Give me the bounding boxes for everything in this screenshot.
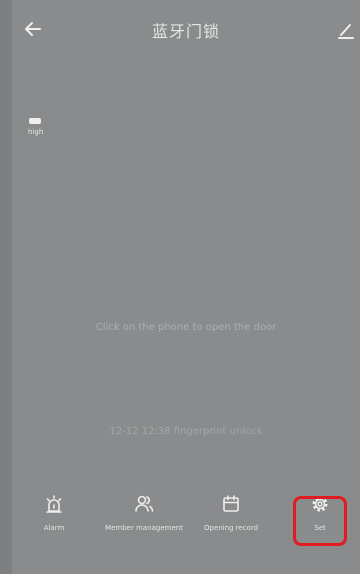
last-unlock-record: 12-12 12:38 fingerprint unlock: [109, 426, 263, 437]
edit-icon: [338, 24, 354, 39]
battery-status: high: [28, 118, 58, 136]
edit-button[interactable]: [336, 20, 356, 40]
calendar-icon: [223, 495, 239, 512]
top-bar: 蓝牙门锁: [12, 0, 360, 58]
set-highlight-outline: [293, 496, 347, 546]
battery-label: high: [28, 128, 44, 136]
nav-alarm[interactable]: Alarm: [34, 494, 74, 532]
nav-member-management[interactable]: Member management: [96, 494, 192, 532]
nav-opening-record[interactable]: Opening record: [196, 494, 266, 532]
battery-icon: [29, 118, 41, 124]
nav-alarm-label: Alarm: [43, 524, 65, 532]
app-screen: 蓝牙门锁 high Click on the phone to open the…: [12, 0, 360, 574]
open-door-hint[interactable]: Click on the phone to open the door: [12, 322, 360, 333]
nav-member-management-label: Member management: [105, 524, 183, 532]
page-title: 蓝牙门锁: [151, 22, 220, 41]
alarm-icon: [46, 495, 62, 513]
members-icon: [135, 495, 154, 512]
nav-opening-record-label: Opening record: [203, 524, 259, 532]
